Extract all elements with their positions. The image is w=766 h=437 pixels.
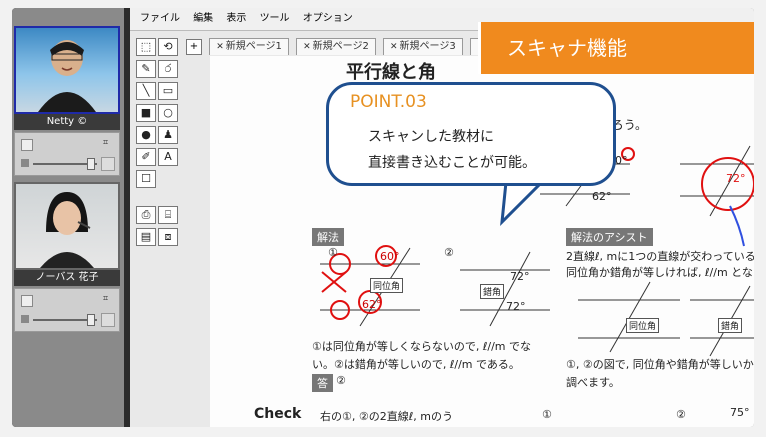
add-page-button[interactable]: +	[186, 39, 202, 55]
mic-icon[interactable]: ⌗	[103, 138, 113, 148]
drawing-toolbar: ⬚ ⟲ ✎ ර ╲ ▭ ■ ○ ● ♟ ✐ A ☐ ⎙ ⌸ ▤ ⧈	[134, 34, 182, 264]
participant-name-2: ノーバス 花子	[14, 270, 120, 286]
note-line-1: ①は同位角が等しくならないので, ℓ//m でな	[312, 340, 532, 353]
freehand-tool-icon[interactable]: ර	[158, 60, 178, 78]
kaihou-assist-heading: 解法のアシスト	[566, 228, 653, 246]
tab-label: 新規ページ2	[312, 41, 369, 52]
ellipse-tool-icon[interactable]: ○	[158, 104, 178, 122]
pen-tool-icon[interactable]: ✎	[136, 60, 156, 78]
participant-avatar-1	[38, 40, 96, 112]
angle-62-circled: 62°	[362, 298, 382, 311]
check-number-1: ①	[542, 408, 552, 421]
line-tool-icon[interactable]: ╲	[136, 82, 156, 100]
callout-line-2: 直接書き込むことが可能。	[368, 155, 536, 171]
callout-line-1: スキャンした教材に	[368, 129, 494, 145]
scanner-tool-icon[interactable]: ⌸	[158, 206, 178, 224]
menu-file[interactable]: ファイル	[140, 13, 180, 24]
tab-label: 新規ページ3	[399, 41, 456, 52]
angle-label-72-b: 72°	[506, 300, 526, 313]
problem-number-1: ①	[328, 246, 338, 259]
close-icon[interactable]: ✕	[390, 42, 398, 52]
check-number-2: ②	[676, 408, 686, 421]
note-tool-icon[interactable]: ☐	[136, 170, 156, 188]
image-tool-icon[interactable]: ▤	[136, 228, 156, 246]
rectangle-tool-icon[interactable]: ▭	[158, 82, 178, 100]
mic-icon[interactable]: ⌗	[103, 294, 113, 304]
stamp-tool-icon[interactable]: ♟	[158, 126, 178, 144]
tab-label: 新規ページ1	[225, 41, 282, 52]
menu-view[interactable]: 表示	[226, 13, 246, 24]
participant-avatar-2	[40, 192, 94, 268]
filled-rect-tool-icon[interactable]: ■	[136, 104, 156, 122]
label-sakkaku: 錯角	[480, 284, 505, 299]
lasso-tool-icon[interactable]: ⟲	[158, 38, 178, 56]
assist-note-2: 調べます。	[566, 376, 620, 389]
close-icon[interactable]: ✕	[216, 42, 224, 52]
problem-number-2: ②	[444, 246, 454, 259]
point-callout: POINT.03 スキャンした教材に 直接書き込むことが可能。	[326, 82, 616, 227]
check-heading: Check	[254, 406, 302, 422]
screen-frame: Netty © ⌗ ノーバス 花子 ⌗ ファイル 編集 表示 ツール オプション…	[12, 8, 754, 427]
assist-line-1: 2直線ℓ, mに1つの直線が交わっていると	[566, 250, 754, 263]
camera-toggle[interactable]	[21, 139, 33, 151]
tab-page-3[interactable]: ✕ 新規ページ3	[383, 38, 463, 55]
marker-tool-icon[interactable]: ✐	[136, 148, 156, 166]
select-tool-icon[interactable]: ⬚	[136, 38, 156, 56]
label-sakkaku-assist: 錯角	[718, 318, 743, 333]
angle-label-72-a: 72°	[510, 270, 530, 283]
text-tool-icon[interactable]: A	[158, 148, 178, 166]
check-text: 右の①, ②の2直線ℓ, mのう	[320, 410, 453, 423]
angle-label-75: 75°	[730, 406, 750, 419]
label-doui-assist: 同位角	[626, 318, 660, 333]
participant-video-1[interactable]	[14, 26, 120, 114]
callout-title: POINT.03	[350, 92, 427, 112]
capture-icon[interactable]	[101, 313, 115, 327]
participant-controls-1: ⌗	[14, 132, 120, 176]
assist-note-1: ①, ②の図で, 同位角や錯角が等しいかどう	[566, 358, 754, 371]
layer-tool-icon[interactable]: ⧈	[158, 228, 178, 246]
speaker-icon	[21, 315, 29, 323]
answer-value: ②	[336, 374, 346, 387]
answer-label: 答	[312, 374, 333, 392]
note-line-2: い。②は錯角が等しいので, ℓ//m である。	[312, 358, 520, 371]
menu-tools[interactable]: ツール	[260, 13, 290, 24]
whiteboard-app: ファイル 編集 表示 ツール オプション ⬚ ⟲ ✎ ර ╲ ▭ ■ ○ ● ♟…	[130, 8, 754, 427]
volume-knob[interactable]	[87, 158, 95, 170]
close-icon[interactable]: ✕	[303, 42, 311, 52]
menu-options[interactable]: オプション	[303, 13, 353, 24]
speaker-icon	[21, 159, 29, 167]
assist-line-2: 同位角か錯角が等しければ, ℓ//m となりま	[566, 266, 754, 279]
kaihou-heading: 解法	[312, 228, 344, 246]
volume-knob[interactable]	[87, 314, 95, 326]
participant-name-1: Netty ©	[14, 114, 120, 130]
capture-icon[interactable]	[101, 157, 115, 171]
print-tool-icon[interactable]: ⎙	[136, 206, 156, 224]
tab-page-1[interactable]: ✕ 新規ページ1	[209, 38, 289, 55]
label-doui: 同位角	[370, 278, 404, 293]
participant-controls-2: ⌗	[14, 288, 120, 332]
angle-60-circled: 60°	[380, 250, 400, 263]
participant-video-2[interactable]	[14, 182, 120, 270]
angle-label-72-hand: 72°	[726, 172, 746, 185]
participant-panel: Netty © ⌗ ノーバス 花子 ⌗	[12, 8, 124, 427]
menu-edit[interactable]: 編集	[193, 13, 213, 24]
tab-page-2[interactable]: ✕ 新規ページ2	[296, 38, 376, 55]
feature-banner: スキャナ機能	[478, 22, 754, 74]
filled-ellipse-tool-icon[interactable]: ●	[136, 126, 156, 144]
camera-toggle[interactable]	[21, 295, 33, 307]
